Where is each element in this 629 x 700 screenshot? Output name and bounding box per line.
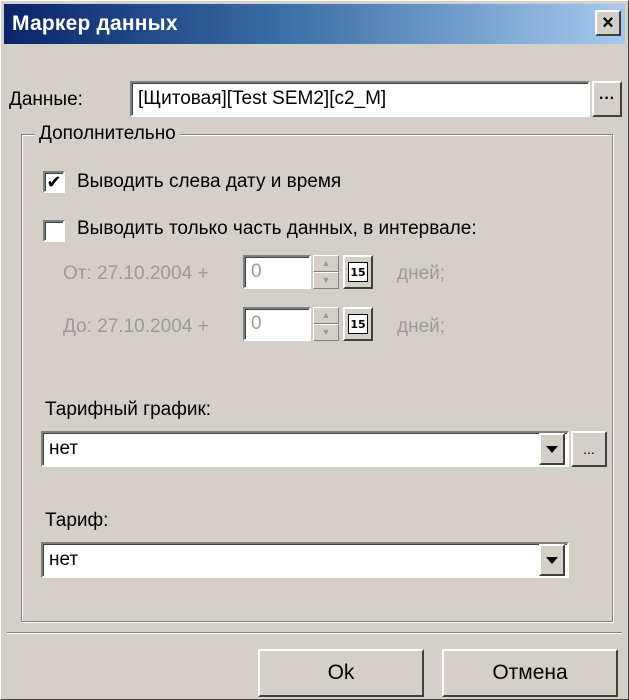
to-days-input[interactable]: 0 bbox=[243, 307, 311, 341]
spin-up-icon[interactable]: ▲ bbox=[313, 307, 339, 324]
to-days-spinner[interactable]: ▲ ▼ bbox=[313, 307, 339, 341]
ok-button[interactable]: Ok bbox=[258, 649, 424, 697]
from-days-spinner[interactable]: ▲ ▼ bbox=[313, 255, 339, 289]
spin-down-icon[interactable]: ▼ bbox=[313, 272, 339, 289]
close-icon: × bbox=[602, 12, 614, 34]
title-bar[interactable]: Маркер данных × bbox=[4, 4, 625, 44]
tariff-value: нет bbox=[49, 549, 79, 570]
from-date-label: От: 27.10.2004 + bbox=[63, 263, 209, 284]
data-browse-button[interactable]: ··· bbox=[592, 81, 622, 117]
to-days-value: 0 bbox=[251, 313, 262, 334]
spin-down-icon[interactable]: ▼ bbox=[313, 324, 339, 341]
checkmark-icon: ✔ bbox=[46, 172, 62, 192]
ellipsis-icon: ··· bbox=[599, 90, 615, 107]
from-days-unit: дней; bbox=[397, 263, 446, 284]
tariff-label: Тариф: bbox=[45, 510, 109, 531]
tariff-schedule-value: нет bbox=[49, 438, 79, 459]
cancel-button-label: Отмена bbox=[492, 661, 568, 684]
partial-data-label[interactable]: Выводить только часть данных, в интервал… bbox=[77, 218, 477, 240]
ok-button-label: Ok bbox=[327, 661, 355, 684]
to-days-unit: дней; bbox=[397, 316, 446, 337]
calendar-icon: 15 bbox=[348, 314, 368, 334]
additional-group-title: Дополнительно bbox=[35, 123, 180, 145]
window-title: Маркер данных bbox=[12, 12, 178, 35]
close-button[interactable]: × bbox=[595, 10, 621, 36]
from-calendar-button[interactable]: 15 bbox=[343, 255, 373, 289]
calendar-icon: 15 bbox=[348, 262, 368, 282]
chevron-down-icon bbox=[546, 445, 558, 453]
tariff-dropdown-button[interactable] bbox=[539, 544, 565, 576]
to-date-label: До: 27.10.2004 + bbox=[63, 316, 209, 337]
spin-up-icon[interactable]: ▲ bbox=[313, 255, 339, 272]
footer-separator bbox=[7, 632, 622, 634]
partial-data-checkbox[interactable] bbox=[43, 220, 65, 242]
dialog-window: Маркер данных × Данные: [Щитовая][Test S… bbox=[0, 0, 629, 700]
cancel-button[interactable]: Отмена bbox=[442, 649, 618, 697]
from-days-value: 0 bbox=[251, 261, 262, 282]
chevron-down-icon bbox=[546, 556, 558, 564]
from-days-input[interactable]: 0 bbox=[243, 255, 311, 289]
ellipsis-icon: ... bbox=[583, 441, 595, 457]
tariff-schedule-more-button[interactable]: ... bbox=[571, 431, 607, 467]
tariff-select[interactable]: нет bbox=[41, 542, 569, 578]
tariff-schedule-dropdown-button[interactable] bbox=[539, 433, 565, 465]
show-date-time-label[interactable]: Выводить слева дату и время bbox=[77, 171, 341, 193]
to-calendar-button[interactable]: 15 bbox=[343, 307, 373, 341]
tariff-schedule-label: Тарифный график: bbox=[45, 399, 212, 420]
data-source-value: [Щитовая][Test SEM2][c2_M] bbox=[138, 88, 387, 109]
show-date-time-checkbox[interactable]: ✔ bbox=[43, 171, 65, 193]
data-source-field[interactable]: [Щитовая][Test SEM2][c2_M] bbox=[130, 81, 590, 117]
tariff-schedule-select[interactable]: нет bbox=[41, 431, 569, 467]
data-label: Данные: bbox=[9, 89, 83, 110]
